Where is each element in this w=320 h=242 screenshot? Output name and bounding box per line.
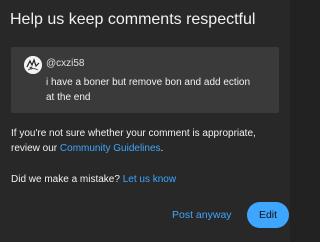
comment-author-handle: @cxzi58 [46,58,85,69]
comment-text: i have a boner but remove bon and add ec… [46,77,251,103]
moderation-dialog: Help us keep comments respectful @cxzi58… [0,0,290,242]
post-anyway-button[interactable]: Post anyway [166,203,238,227]
guidelines-notice: If you're not sure whether your comment … [11,126,281,156]
comment-preview: @cxzi58 i have a boner but remove bon an… [11,47,279,113]
community-guidelines-link[interactable]: Community Guidelines [60,143,161,154]
dialog-title: Help us keep comments respectful [10,11,256,28]
user-avatar-icon [24,56,42,74]
guidelines-notice-period: . [160,143,164,154]
feedback-prompt: Did we make a mistake? Let us know [11,172,176,187]
let-us-know-link[interactable]: Let us know [123,174,176,185]
edit-button[interactable]: Edit [247,202,289,228]
feedback-prompt-text: Did we make a mistake? [11,174,120,185]
